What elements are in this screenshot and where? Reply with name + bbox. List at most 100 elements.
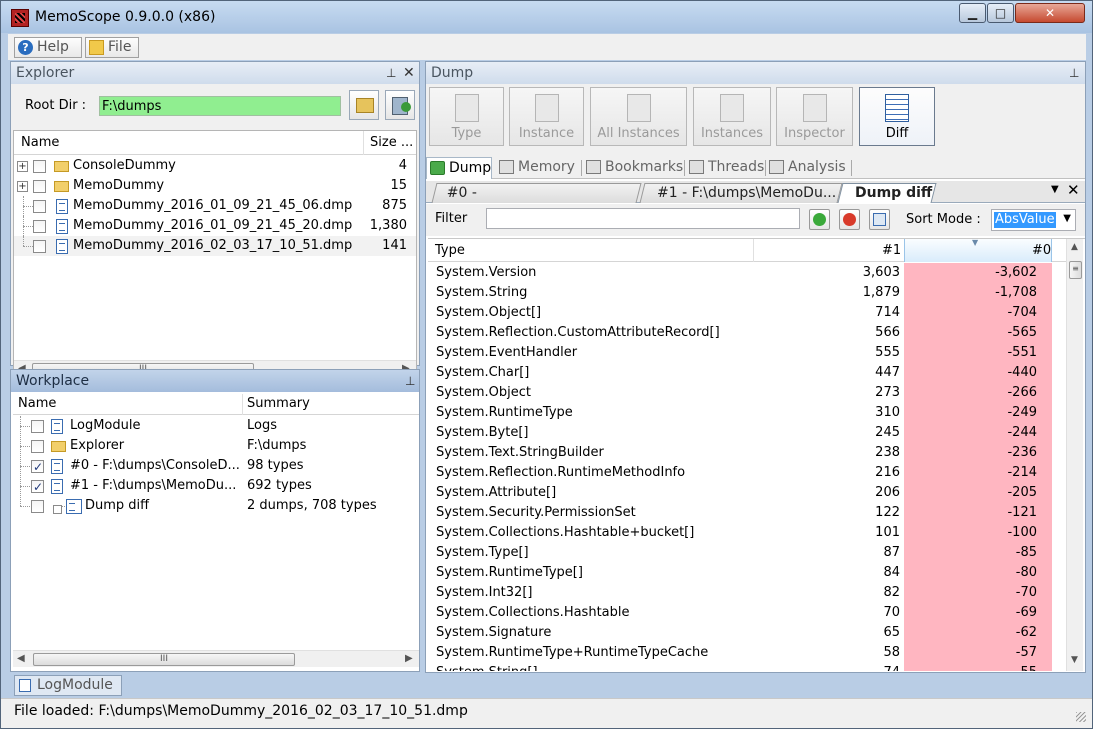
table-row[interactable]: System.Version 3,603 -3,602	[428, 263, 1066, 283]
item-checkbox[interactable]	[33, 240, 46, 253]
root-dir-input[interactable]	[99, 96, 341, 116]
table-row[interactable]: System.Text.StringBuilder 238 -236	[428, 443, 1066, 463]
explorer-row[interactable]: + MemoDummy 15	[14, 176, 416, 196]
table-row[interactable]: System.RuntimeType+RuntimeTypeCache 58 -57	[428, 643, 1066, 663]
table-row[interactable]: System.EventHandler 555 -551	[428, 343, 1066, 363]
table-row[interactable]: System.Reflection.CustomAttributeRecord[…	[428, 323, 1066, 343]
table-row[interactable]: System.Byte[] 245 -244	[428, 423, 1066, 443]
item-checkbox[interactable]	[31, 440, 44, 453]
col-type-header[interactable]: Type	[435, 243, 465, 258]
col-name-header[interactable]: Name	[18, 396, 56, 411]
toolbar-diff-button[interactable]: Diff	[859, 87, 935, 146]
table-row[interactable]: System.RuntimeType[] 84 -80	[428, 563, 1066, 583]
col-size-header[interactable]: Size ...	[370, 135, 413, 150]
toolbar-instances-button[interactable]: Instances	[693, 87, 771, 146]
col-dump1-header[interactable]: #1	[882, 243, 901, 258]
expand-icon[interactable]: +	[17, 161, 28, 172]
workplace-list[interactable]: Name Summary LogModule Logs Explorer F:\dum…	[13, 394, 419, 669]
filter-input[interactable]	[486, 208, 800, 229]
tab-analysis[interactable]: Analysis	[766, 157, 852, 179]
table-row[interactable]: System.Security.PermissionSet 122 -121	[428, 503, 1066, 523]
tab-dropdown-icon[interactable]: ▼	[1051, 184, 1059, 195]
table-row[interactable]: System.String[] 74 -55	[428, 663, 1066, 671]
tab-bookmarks[interactable]: Bookmarks	[583, 157, 685, 179]
table-row[interactable]: System.Object[] 714 -704	[428, 303, 1066, 323]
menu-file[interactable]: File	[85, 37, 139, 58]
toolbar-type-button[interactable]: Type	[429, 87, 504, 146]
explorer-row[interactable]: MemoDummy_2016_01_09_21_45_06.dmp 875	[14, 196, 416, 216]
table-row[interactable]: System.Attribute[] 206 -205	[428, 483, 1066, 503]
expand-icon[interactable]: +	[17, 181, 28, 192]
col-dump0-header[interactable]: #0	[1032, 243, 1051, 258]
scroll-down-icon[interactable]: ▼	[1071, 655, 1078, 665]
tab-threads[interactable]: Threads	[686, 157, 766, 179]
title-bar[interactable]: MemoScope 0.9.0.0 (x86) ▁ □ ✕	[1, 1, 1092, 33]
document-tab[interactable]: Dump diff	[837, 183, 937, 203]
diff-grid[interactable]: ▼ Type #1 #0 System.Version 3,603 -3,602 Sy…	[428, 238, 1085, 671]
table-row[interactable]: System.Char[] 447 -440	[428, 363, 1066, 383]
item-checkbox[interactable]	[33, 200, 46, 213]
table-row[interactable]: System.Signature 65 -62	[428, 623, 1066, 643]
item-checkbox[interactable]	[31, 500, 44, 513]
explorer-row[interactable]: MemoDummy_2016_01_09_21_45_20.dmp 1,380	[14, 216, 416, 236]
item-checkbox[interactable]	[33, 160, 46, 173]
toolbar-inspector-button[interactable]: Inspector	[776, 87, 853, 146]
close-explorer-icon[interactable]: ✕	[403, 62, 415, 84]
item-checkbox[interactable]	[31, 420, 44, 433]
minimize-button[interactable]: ▁	[959, 3, 986, 23]
scroll-thumb[interactable]: III	[33, 653, 295, 666]
close-window-button[interactable]: ✕	[1015, 3, 1085, 23]
toolbar-instance-button[interactable]: Instance	[509, 87, 584, 146]
maximize-button[interactable]: □	[987, 3, 1014, 23]
tab-logmodule[interactable]: LogModule	[14, 675, 122, 696]
explorer-row[interactable]: + ConsoleDummy 4	[14, 156, 416, 176]
tab-dump[interactable]: Dump	[426, 157, 492, 179]
menu-help[interactable]: ? Help	[14, 37, 82, 58]
col-summary-header[interactable]: Summary	[247, 396, 310, 411]
column-separator[interactable]	[753, 239, 754, 262]
clear-filter-button[interactable]	[839, 209, 860, 230]
workplace-row[interactable]: #1 - F:\dumps\MemoDu... 692 types	[13, 476, 419, 497]
col-name-header[interactable]: Name	[21, 135, 59, 150]
column-separator[interactable]	[242, 394, 243, 415]
grid-vscrollbar[interactable]: ▲ ≡ ▼	[1066, 239, 1083, 671]
scroll-up-icon[interactable]: ▲	[1071, 242, 1078, 252]
scroll-left-icon[interactable]: ◀	[17, 653, 25, 664]
table-row[interactable]: System.RuntimeType 310 -249	[428, 403, 1066, 423]
explorer-row[interactable]: MemoDummy_2016_02_03_17_10_51.dmp 141	[14, 236, 416, 256]
resize-grip[interactable]	[1076, 712, 1086, 722]
load-dump-button[interactable]	[385, 90, 415, 120]
table-row[interactable]: System.String 1,879 -1,708	[428, 283, 1066, 303]
scroll-thumb[interactable]: ≡	[1069, 261, 1082, 279]
pin-icon[interactable]: ⊥	[405, 370, 415, 392]
document-tab[interactable]: #0 - F:\dumps\ConsoleDu...	[431, 183, 642, 219]
case-sensitive-button[interactable]	[869, 209, 890, 230]
workplace-hscrollbar[interactable]: ◀ III ▶	[13, 650, 419, 667]
tab-memory[interactable]: Memory	[496, 157, 582, 179]
scroll-right-icon[interactable]: ▶	[405, 653, 413, 664]
workplace-row[interactable]: LogModule Logs	[13, 416, 419, 436]
table-row[interactable]: System.Object 273 -266	[428, 383, 1066, 403]
table-row[interactable]: System.Int32[] 82 -70	[428, 583, 1066, 603]
sort-mode-select[interactable]: AbsValue ▼	[991, 209, 1076, 231]
item-checkbox[interactable]	[31, 477, 44, 497]
item-checkbox[interactable]	[31, 457, 44, 477]
item-checkbox[interactable]	[33, 220, 46, 233]
apply-filter-button[interactable]	[809, 209, 830, 230]
table-row[interactable]: System.Type[] 87 -85	[428, 543, 1066, 563]
workplace-row[interactable]: #0 - F:\dumps\ConsoleD... 98 types	[13, 456, 419, 477]
table-row[interactable]: System.Reflection.RuntimeMethodInfo 216 -2…	[428, 463, 1066, 483]
item-checkbox[interactable]	[33, 180, 46, 193]
pin-icon[interactable]: ⊥	[1069, 62, 1079, 84]
toolbar-all-instances-button[interactable]: All Instances	[590, 87, 687, 146]
workplace-row[interactable]: Explorer F:\dumps	[13, 436, 419, 456]
table-row[interactable]: System.Collections.Hashtable 70 -69	[428, 603, 1066, 623]
document-tab[interactable]: #1 - F:\dumps\MemoDu...	[639, 183, 843, 203]
expand-icon[interactable]	[53, 505, 62, 514]
close-document-icon[interactable]: ✕	[1067, 181, 1080, 199]
explorer-file-list[interactable]: Name Size ... + ConsoleDummy 4 + MemoDummy 15…	[13, 130, 417, 378]
column-separator[interactable]	[363, 131, 364, 155]
browse-folder-button[interactable]	[349, 90, 379, 120]
table-row[interactable]: System.Collections.Hashtable+bucket[] 101…	[428, 523, 1066, 543]
pin-icon[interactable]: ⊥	[386, 62, 396, 84]
